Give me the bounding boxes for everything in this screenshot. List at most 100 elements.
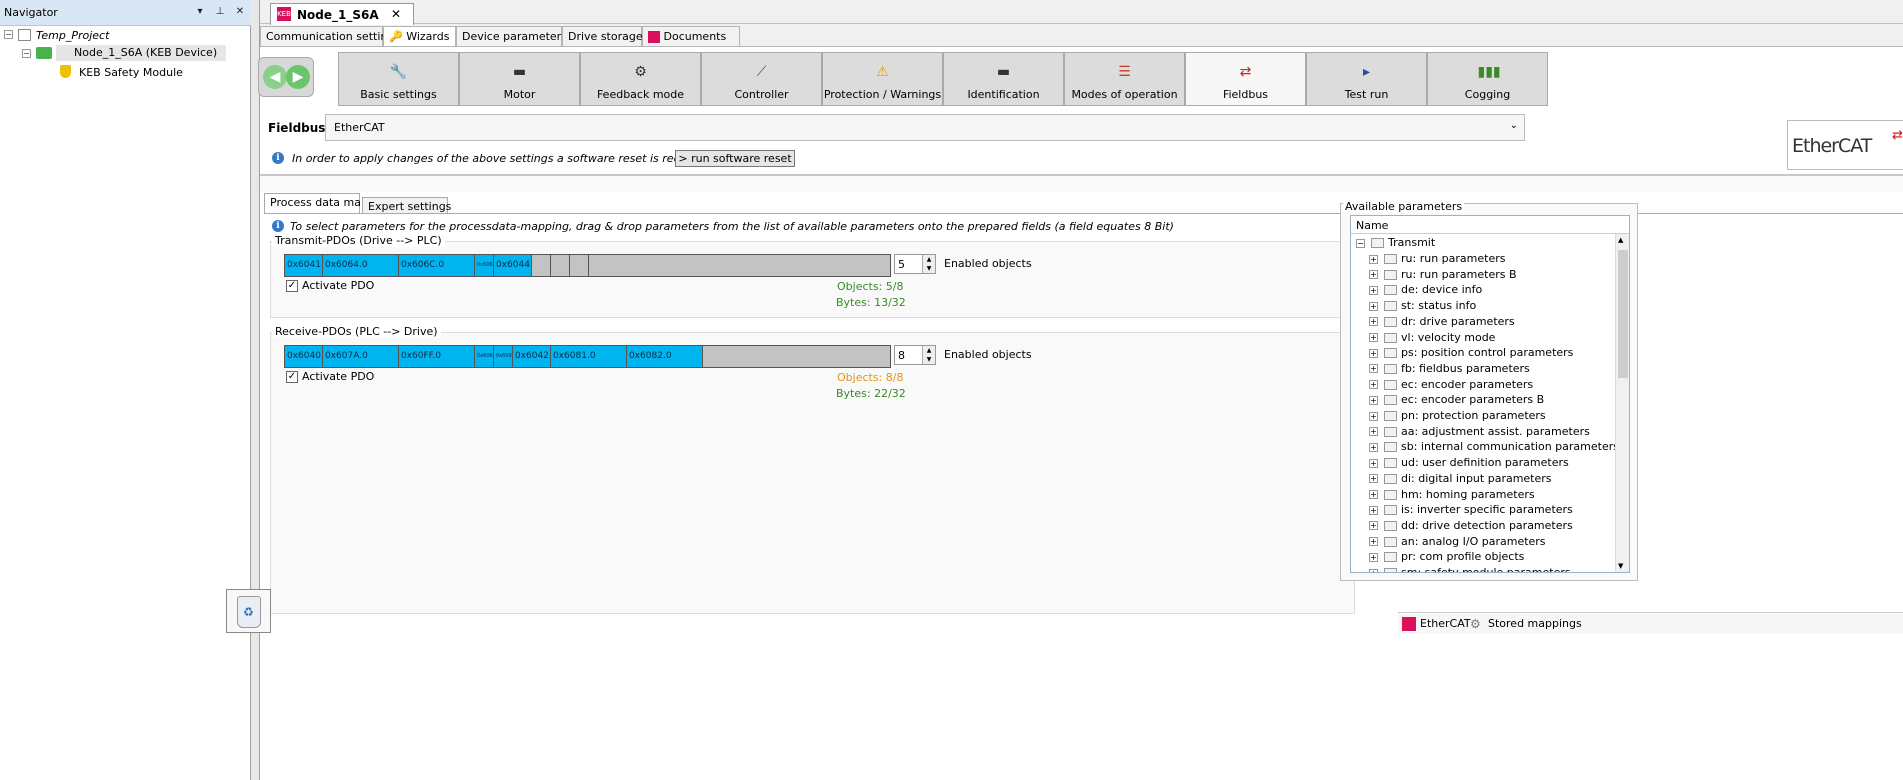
expand-icon[interactable]: +	[1369, 474, 1378, 484]
transmit-activate-checkbox[interactable]: ✓	[286, 280, 298, 292]
pdo-cell[interactable]: 0x6064.0	[323, 255, 399, 276]
parameter-group-item[interactable]: + ru: run parameters B	[1369, 268, 1517, 284]
tab-device-parameters[interactable]: Device parameters	[456, 26, 567, 47]
spin-down-icon[interactable]: ▼	[922, 264, 935, 273]
back-arrow-icon[interactable]: ◀	[263, 65, 287, 89]
close-icon[interactable]: ✕	[233, 5, 247, 19]
wizard-step-modes-of-operation[interactable]: ☰ Modes of operation	[1064, 52, 1185, 106]
expand-icon[interactable]: +	[1369, 395, 1378, 405]
expand-icon[interactable]: +	[1369, 270, 1378, 280]
expand-icon[interactable]: +	[1369, 490, 1378, 499]
expand-icon[interactable]: +	[1369, 505, 1378, 515]
transmit-pdo-bar[interactable]: 0x6041.0 0x6064.0 0x606C.0 0x6061.0 0x60…	[284, 254, 891, 277]
recycle-bin[interactable]: ♻	[226, 589, 271, 633]
expand-icon[interactable]: +	[1369, 552, 1378, 562]
pdo-cell[interactable]: 0x6081.0	[551, 346, 627, 367]
expand-icon[interactable]: +	[1369, 285, 1378, 295]
tab-drive-storage[interactable]: Drive storage	[562, 26, 643, 47]
pdo-cell[interactable]: 0x6041.0	[285, 255, 323, 276]
wizard-step-controller[interactable]: ⟋ Controller	[701, 52, 822, 106]
wizard-step-identification[interactable]: ▬ Identification	[943, 52, 1064, 106]
parameter-group-item[interactable]: + ru: run parameters	[1369, 252, 1505, 268]
dropdown-icon[interactable]: ▾	[193, 5, 207, 19]
receive-enabled-objects-spinner[interactable]: 8 ▲ ▼	[894, 345, 936, 365]
expand-icon[interactable]: +	[1369, 333, 1378, 342]
tree-collapse-icon[interactable]: −	[4, 30, 13, 39]
parameter-group-item[interactable]: + ud: user definition parameters	[1369, 456, 1569, 472]
splitter[interactable]	[251, 0, 260, 780]
expand-icon[interactable]: +	[1369, 568, 1378, 572]
wizard-step-motor[interactable]: ▬ Motor	[459, 52, 580, 106]
expand-icon[interactable]: +	[1369, 521, 1378, 531]
wizard-step-basic-settings[interactable]: 🔧 Basic settings	[338, 52, 459, 106]
expand-icon[interactable]: +	[1369, 442, 1378, 452]
transmit-enabled-objects-spinner[interactable]: 5 ▲ ▼	[894, 254, 936, 274]
collapse-icon[interactable]: −	[1356, 238, 1365, 248]
tab-stored-mappings[interactable]: ⚙ Stored mappings	[1468, 613, 1618, 635]
scrollbar[interactable]: ▲ ▼	[1615, 234, 1629, 572]
expand-icon[interactable]: +	[1369, 537, 1378, 547]
pdo-cell[interactable]: 0x6040.0	[285, 346, 323, 367]
pdo-empty-cell[interactable]	[551, 255, 570, 276]
expand-icon[interactable]: +	[1369, 364, 1378, 374]
parameter-group-item[interactable]: + an: analog I/O parameters	[1369, 535, 1546, 551]
run-software-reset-button[interactable]: > run software reset	[675, 150, 795, 167]
pdo-cell[interactable]: 0x6061.0	[475, 255, 494, 276]
pdo-cell[interactable]: 0x6060.0	[475, 346, 494, 367]
pdo-cell[interactable]: 0x607A.0	[323, 346, 399, 367]
forward-arrow-icon[interactable]: ▶	[286, 65, 310, 89]
tab-communication-settings[interactable]: Communication settings	[260, 26, 400, 47]
wizard-step-cogging[interactable]: ▮▮▮ Cogging	[1427, 52, 1548, 106]
scroll-down-icon[interactable]: ▼	[1618, 562, 1623, 570]
available-parameters-tree[interactable]: Name − Transmit + ru: run parameters + ru: r…	[1350, 215, 1630, 573]
pin-icon[interactable]: ⊥	[213, 5, 227, 19]
parameter-group-item[interactable]: + de: device info	[1369, 283, 1482, 299]
expand-icon[interactable]: +	[1369, 380, 1378, 390]
spin-up-icon[interactable]: ▲	[922, 346, 935, 355]
scrollbar-thumb[interactable]	[1618, 250, 1628, 378]
pdo-cell[interactable]: 0x60FF.0	[399, 346, 475, 367]
expand-icon[interactable]: +	[1369, 458, 1378, 468]
tab-wizards[interactable]: 🔑 Wizards	[383, 26, 456, 47]
receive-pdo-bar[interactable]: 0x6040.0 0x607A.0 0x60FF.0 0x6060.0 0x60…	[284, 345, 891, 368]
wizard-step-feedback-mode[interactable]: ⚙ Feedback mode	[580, 52, 701, 106]
parameter-group-item[interactable]: + pr: com profile objects	[1369, 550, 1524, 566]
pdo-cell[interactable]: 0x606C.0	[399, 255, 475, 276]
expand-icon[interactable]: +	[1369, 427, 1378, 437]
tree-item-module[interactable]: KEB Safety Module	[79, 66, 183, 79]
spin-up-icon[interactable]: ▲	[922, 255, 935, 264]
parameter-group-item[interactable]: + is: inverter specific parameters	[1369, 503, 1573, 519]
tree-item-project[interactable]: Temp_Project	[36, 29, 109, 42]
scroll-up-icon[interactable]: ▲	[1618, 236, 1623, 244]
parameter-group-item[interactable]: + aa: adjustment assist. parameters	[1369, 425, 1590, 441]
parameter-group-item[interactable]: + pn: protection parameters	[1369, 409, 1546, 425]
expand-icon[interactable]: +	[1369, 317, 1378, 327]
parameter-group-item[interactable]: + sm: safety module parameters	[1369, 566, 1571, 572]
parameter-group-item[interactable]: + dd: drive detection parameters	[1369, 519, 1573, 535]
fieldbus-select[interactable]: EtherCAT ⌄	[325, 114, 1525, 141]
parameter-group-item[interactable]: + dr: drive parameters	[1369, 315, 1515, 331]
tab-documents[interactable]: Documents	[642, 26, 740, 47]
parameter-group-item[interactable]: + hm: homing parameters	[1369, 488, 1535, 504]
pdo-empty-cell[interactable]	[570, 255, 589, 276]
pdo-cell[interactable]: 0x6098.0	[494, 346, 513, 367]
spin-down-icon[interactable]: ▼	[922, 355, 935, 364]
wizard-step-fieldbus[interactable]: ⇄ Fieldbus	[1185, 52, 1306, 106]
tree-root-transmit[interactable]: − Transmit	[1356, 236, 1435, 252]
pdo-cell[interactable]: 0x6042.0	[513, 346, 551, 367]
expand-icon[interactable]: +	[1369, 254, 1378, 264]
parameter-group-item[interactable]: + ec: encoder parameters B	[1369, 393, 1544, 409]
expand-icon[interactable]: +	[1369, 348, 1378, 358]
column-header[interactable]: Name	[1351, 216, 1629, 234]
pdo-empty-cell[interactable]	[532, 255, 551, 276]
wizard-step-protection[interactable]: ⚠ Protection / Warnings	[822, 52, 943, 106]
expand-icon[interactable]: +	[1369, 301, 1378, 311]
parameter-group-item[interactable]: + di: digital input parameters	[1369, 472, 1552, 488]
parameter-group-item[interactable]: + vl: velocity mode	[1369, 331, 1495, 347]
pdo-cell[interactable]: 0x6082.0	[627, 346, 703, 367]
tree-collapse-icon[interactable]: −	[22, 49, 31, 58]
parameter-group-item[interactable]: + sb: internal communication parameters	[1369, 440, 1619, 456]
tree-item-device[interactable]: Node_1_S6A (KEB Device)	[56, 45, 226, 61]
receive-activate-checkbox[interactable]: ✓	[286, 371, 298, 383]
document-tab[interactable]: KEB Node_1_S6A ✕	[270, 3, 414, 25]
